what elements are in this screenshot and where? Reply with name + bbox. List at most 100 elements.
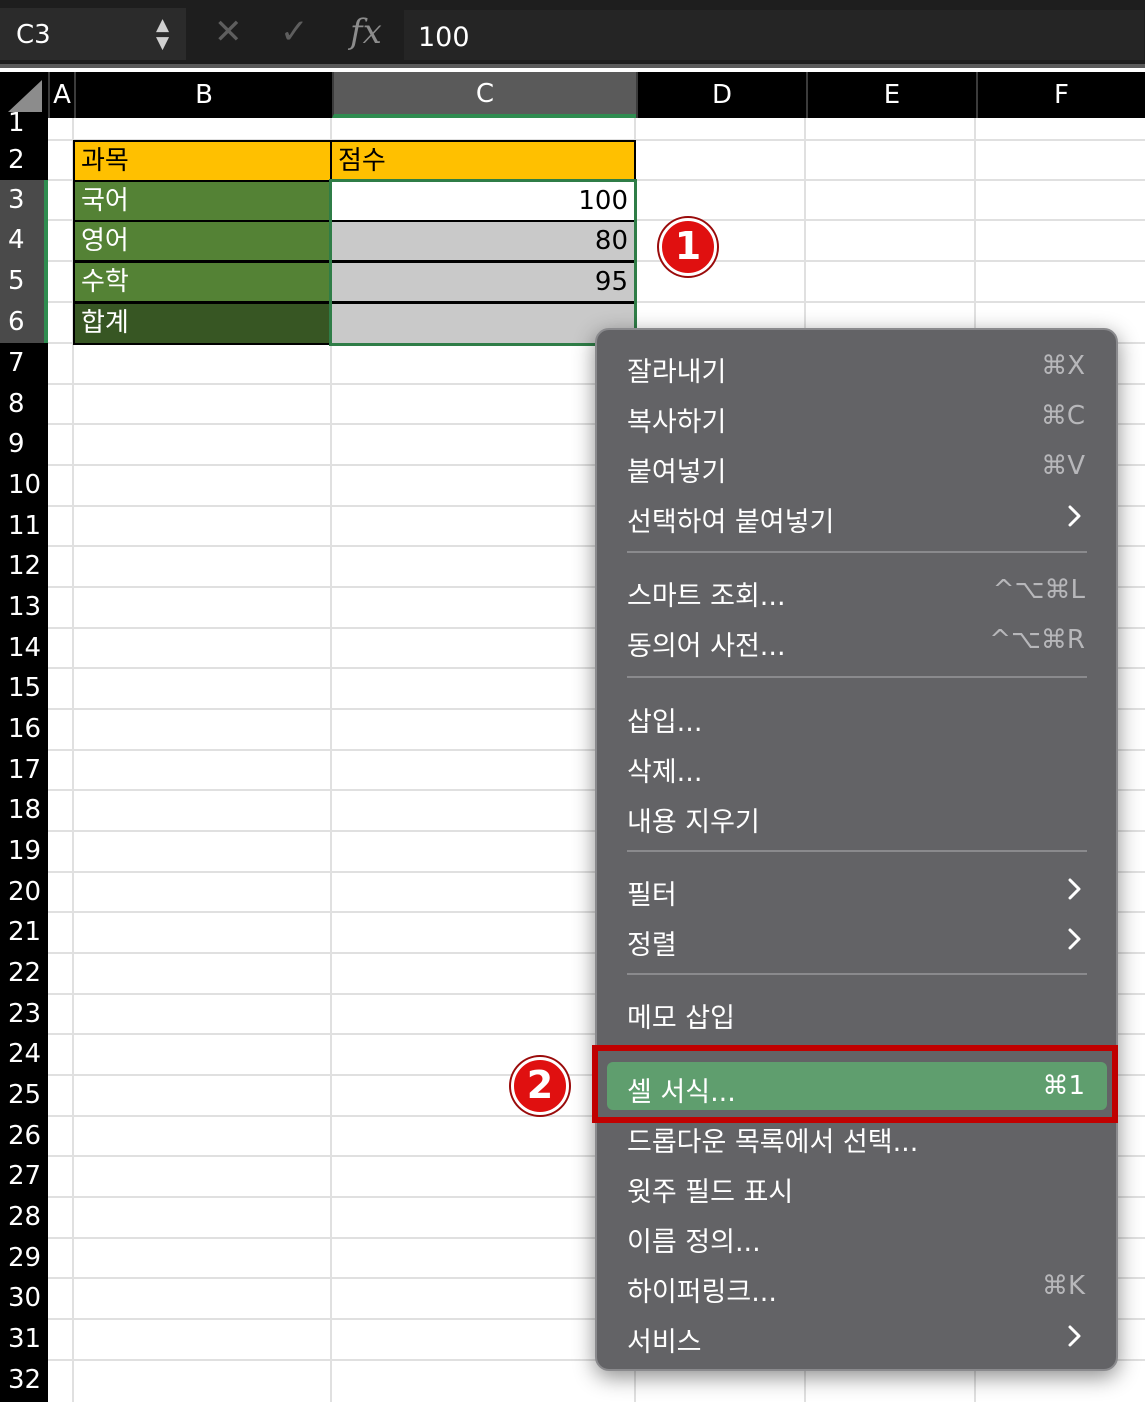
menu-item-1-0[interactable]: 스마트 조회... ^⌥⌘L	[607, 566, 1107, 614]
column-header-e[interactable]: E	[806, 72, 976, 118]
row-header-5[interactable]: 5	[0, 261, 48, 302]
menu-item-4-0[interactable]: 메모 삽입	[607, 988, 1107, 1036]
menu-item-5-4[interactable]: 하이퍼링크... ⌘K	[607, 1262, 1107, 1310]
cell-c5[interactable]: 95	[330, 261, 636, 303]
menu-item-2-1[interactable]: 삭제...	[607, 742, 1107, 790]
menu-item-label: 정렬	[627, 930, 677, 961]
column-header-row: A B C D E F	[0, 72, 1145, 118]
row-header-15[interactable]: 15	[0, 668, 48, 709]
row-header-9[interactable]: 9	[0, 424, 48, 465]
menu-item-0-2[interactable]: 붙여넣기 ⌘V	[607, 442, 1107, 490]
menu-item-label: 드롭다운 목록에서 선택...	[627, 1127, 919, 1158]
cell-b3[interactable]: 국어	[73, 180, 332, 222]
row-header-3[interactable]: 3	[0, 180, 48, 220]
menu-separator	[627, 850, 1087, 852]
row-header-16[interactable]: 16	[0, 709, 48, 750]
row-header-17[interactable]: 17	[0, 750, 48, 790]
row-header-11[interactable]: 11	[0, 506, 48, 546]
menu-item-5-2[interactable]: 윗주 필드 표시	[607, 1162, 1107, 1210]
menu-item-label: 서비스	[627, 1327, 702, 1358]
row-header-22[interactable]: 22	[0, 953, 48, 994]
menu-item-label: 잘라내기	[627, 357, 727, 388]
column-header-f[interactable]: F	[976, 72, 1145, 118]
menu-item-label: 붙여넣기	[627, 457, 727, 488]
menu-item-label: 셀 서식...	[627, 1077, 736, 1108]
name-box[interactable]: C3 ▲ ▼	[0, 8, 186, 60]
row-header-24[interactable]: 24	[0, 1034, 48, 1075]
row-header-7[interactable]: 7	[0, 343, 48, 384]
row-header-30[interactable]: 30	[0, 1278, 48, 1319]
row-header-23[interactable]: 23	[0, 994, 48, 1034]
row-header-20[interactable]: 20	[0, 872, 48, 912]
cell-b4[interactable]: 영어	[73, 220, 332, 262]
menu-item-shortcut: ⌘V	[1041, 451, 1085, 481]
row-header-19[interactable]: 19	[0, 831, 48, 872]
cell-b2[interactable]: 과목	[73, 140, 332, 182]
menu-item-0-1[interactable]: 복사하기 ⌘C	[607, 392, 1107, 440]
menu-item-shortcut: ^⌥⌘R	[989, 625, 1085, 655]
annotation-step-1-badge: 1	[659, 218, 717, 276]
formula-bar: C3 ▲ ▼ ✕ ✓ fx 100	[0, 0, 1145, 68]
menu-item-label: 삽입...	[627, 707, 703, 738]
row-header-2[interactable]: 2	[0, 140, 48, 180]
row-header-13[interactable]: 13	[0, 587, 48, 628]
menu-separator	[627, 551, 1087, 553]
name-box-stepper-icon[interactable]: ▲ ▼	[156, 16, 169, 52]
menu-item-shortcut: ⌘C	[1040, 401, 1085, 431]
menu-item-label: 삭제...	[627, 757, 703, 788]
menu-separator	[627, 973, 1087, 975]
menu-item-2-2[interactable]: 내용 지우기	[607, 792, 1107, 840]
menu-item-5-1[interactable]: 드롭다운 목록에서 선택...	[607, 1112, 1107, 1160]
menu-item-label: 하이퍼링크...	[627, 1277, 777, 1308]
menu-item-0-3[interactable]: 선택하여 붙여넣기	[607, 492, 1107, 540]
chevron-right-icon	[1068, 878, 1081, 900]
menu-item-5-5[interactable]: 서비스	[607, 1312, 1107, 1360]
menu-item-3-0[interactable]: 필터	[607, 865, 1107, 913]
row-header-21[interactable]: 21	[0, 912, 48, 953]
chevron-right-icon	[1068, 1325, 1081, 1347]
row-header-14[interactable]: 14	[0, 628, 48, 668]
row-header-25[interactable]: 25	[0, 1075, 48, 1116]
column-header-b[interactable]: B	[74, 72, 332, 118]
row-header-27[interactable]: 27	[0, 1156, 48, 1197]
menu-item-shortcut: ⌘1	[1042, 1071, 1085, 1101]
menu-separator	[627, 1047, 1087, 1049]
menu-item-label: 스마트 조회...	[627, 581, 786, 612]
row-header-1[interactable]: 1	[0, 106, 48, 140]
column-header-d[interactable]: D	[636, 72, 806, 118]
row-header-26[interactable]: 26	[0, 1116, 48, 1156]
cell-c3[interactable]: 100	[330, 180, 636, 222]
menu-item-label: 동의어 사전...	[627, 631, 786, 662]
cell-c2[interactable]: 점수	[330, 140, 636, 182]
row-header-31[interactable]: 31	[0, 1319, 48, 1360]
row-header-12[interactable]: 12	[0, 546, 48, 587]
menu-item-5-0[interactable]: 셀 서식... ⌘1	[607, 1062, 1107, 1110]
insert-function-icon[interactable]: fx	[350, 12, 382, 52]
row-header-32[interactable]: 32	[0, 1360, 48, 1401]
row-header-18[interactable]: 18	[0, 790, 48, 831]
row-header-10[interactable]: 10	[0, 465, 48, 506]
row-header-6[interactable]: 6	[0, 302, 48, 343]
cell-c4[interactable]: 80	[330, 220, 636, 262]
menu-item-label: 선택하여 붙여넣기	[627, 507, 835, 538]
menu-item-label: 내용 지우기	[627, 807, 760, 838]
column-header-a[interactable]: A	[48, 72, 74, 118]
cell-c6[interactable]	[330, 302, 636, 345]
row-header-4[interactable]: 4	[0, 220, 48, 261]
menu-separator	[627, 676, 1087, 678]
menu-item-3-1[interactable]: 정렬	[607, 915, 1107, 963]
menu-item-2-0[interactable]: 삽입...	[607, 692, 1107, 740]
row-header-29[interactable]: 29	[0, 1238, 48, 1278]
row-header-28[interactable]: 28	[0, 1197, 48, 1238]
cancel-icon[interactable]: ✕	[214, 14, 243, 50]
menu-item-1-1[interactable]: 동의어 사전... ^⌥⌘R	[607, 616, 1107, 664]
menu-item-0-0[interactable]: 잘라내기 ⌘X	[607, 342, 1107, 390]
row-header-8[interactable]: 8	[0, 384, 48, 424]
enter-icon[interactable]: ✓	[280, 14, 309, 50]
cell-b6[interactable]: 합계	[73, 302, 332, 345]
cell-b5[interactable]: 수학	[73, 261, 332, 303]
menu-item-5-3[interactable]: 이름 정의...	[607, 1212, 1107, 1260]
formula-input[interactable]: 100	[404, 10, 1144, 60]
menu-item-shortcut: ^⌥⌘L	[992, 575, 1085, 605]
column-header-c[interactable]: C	[332, 72, 636, 118]
